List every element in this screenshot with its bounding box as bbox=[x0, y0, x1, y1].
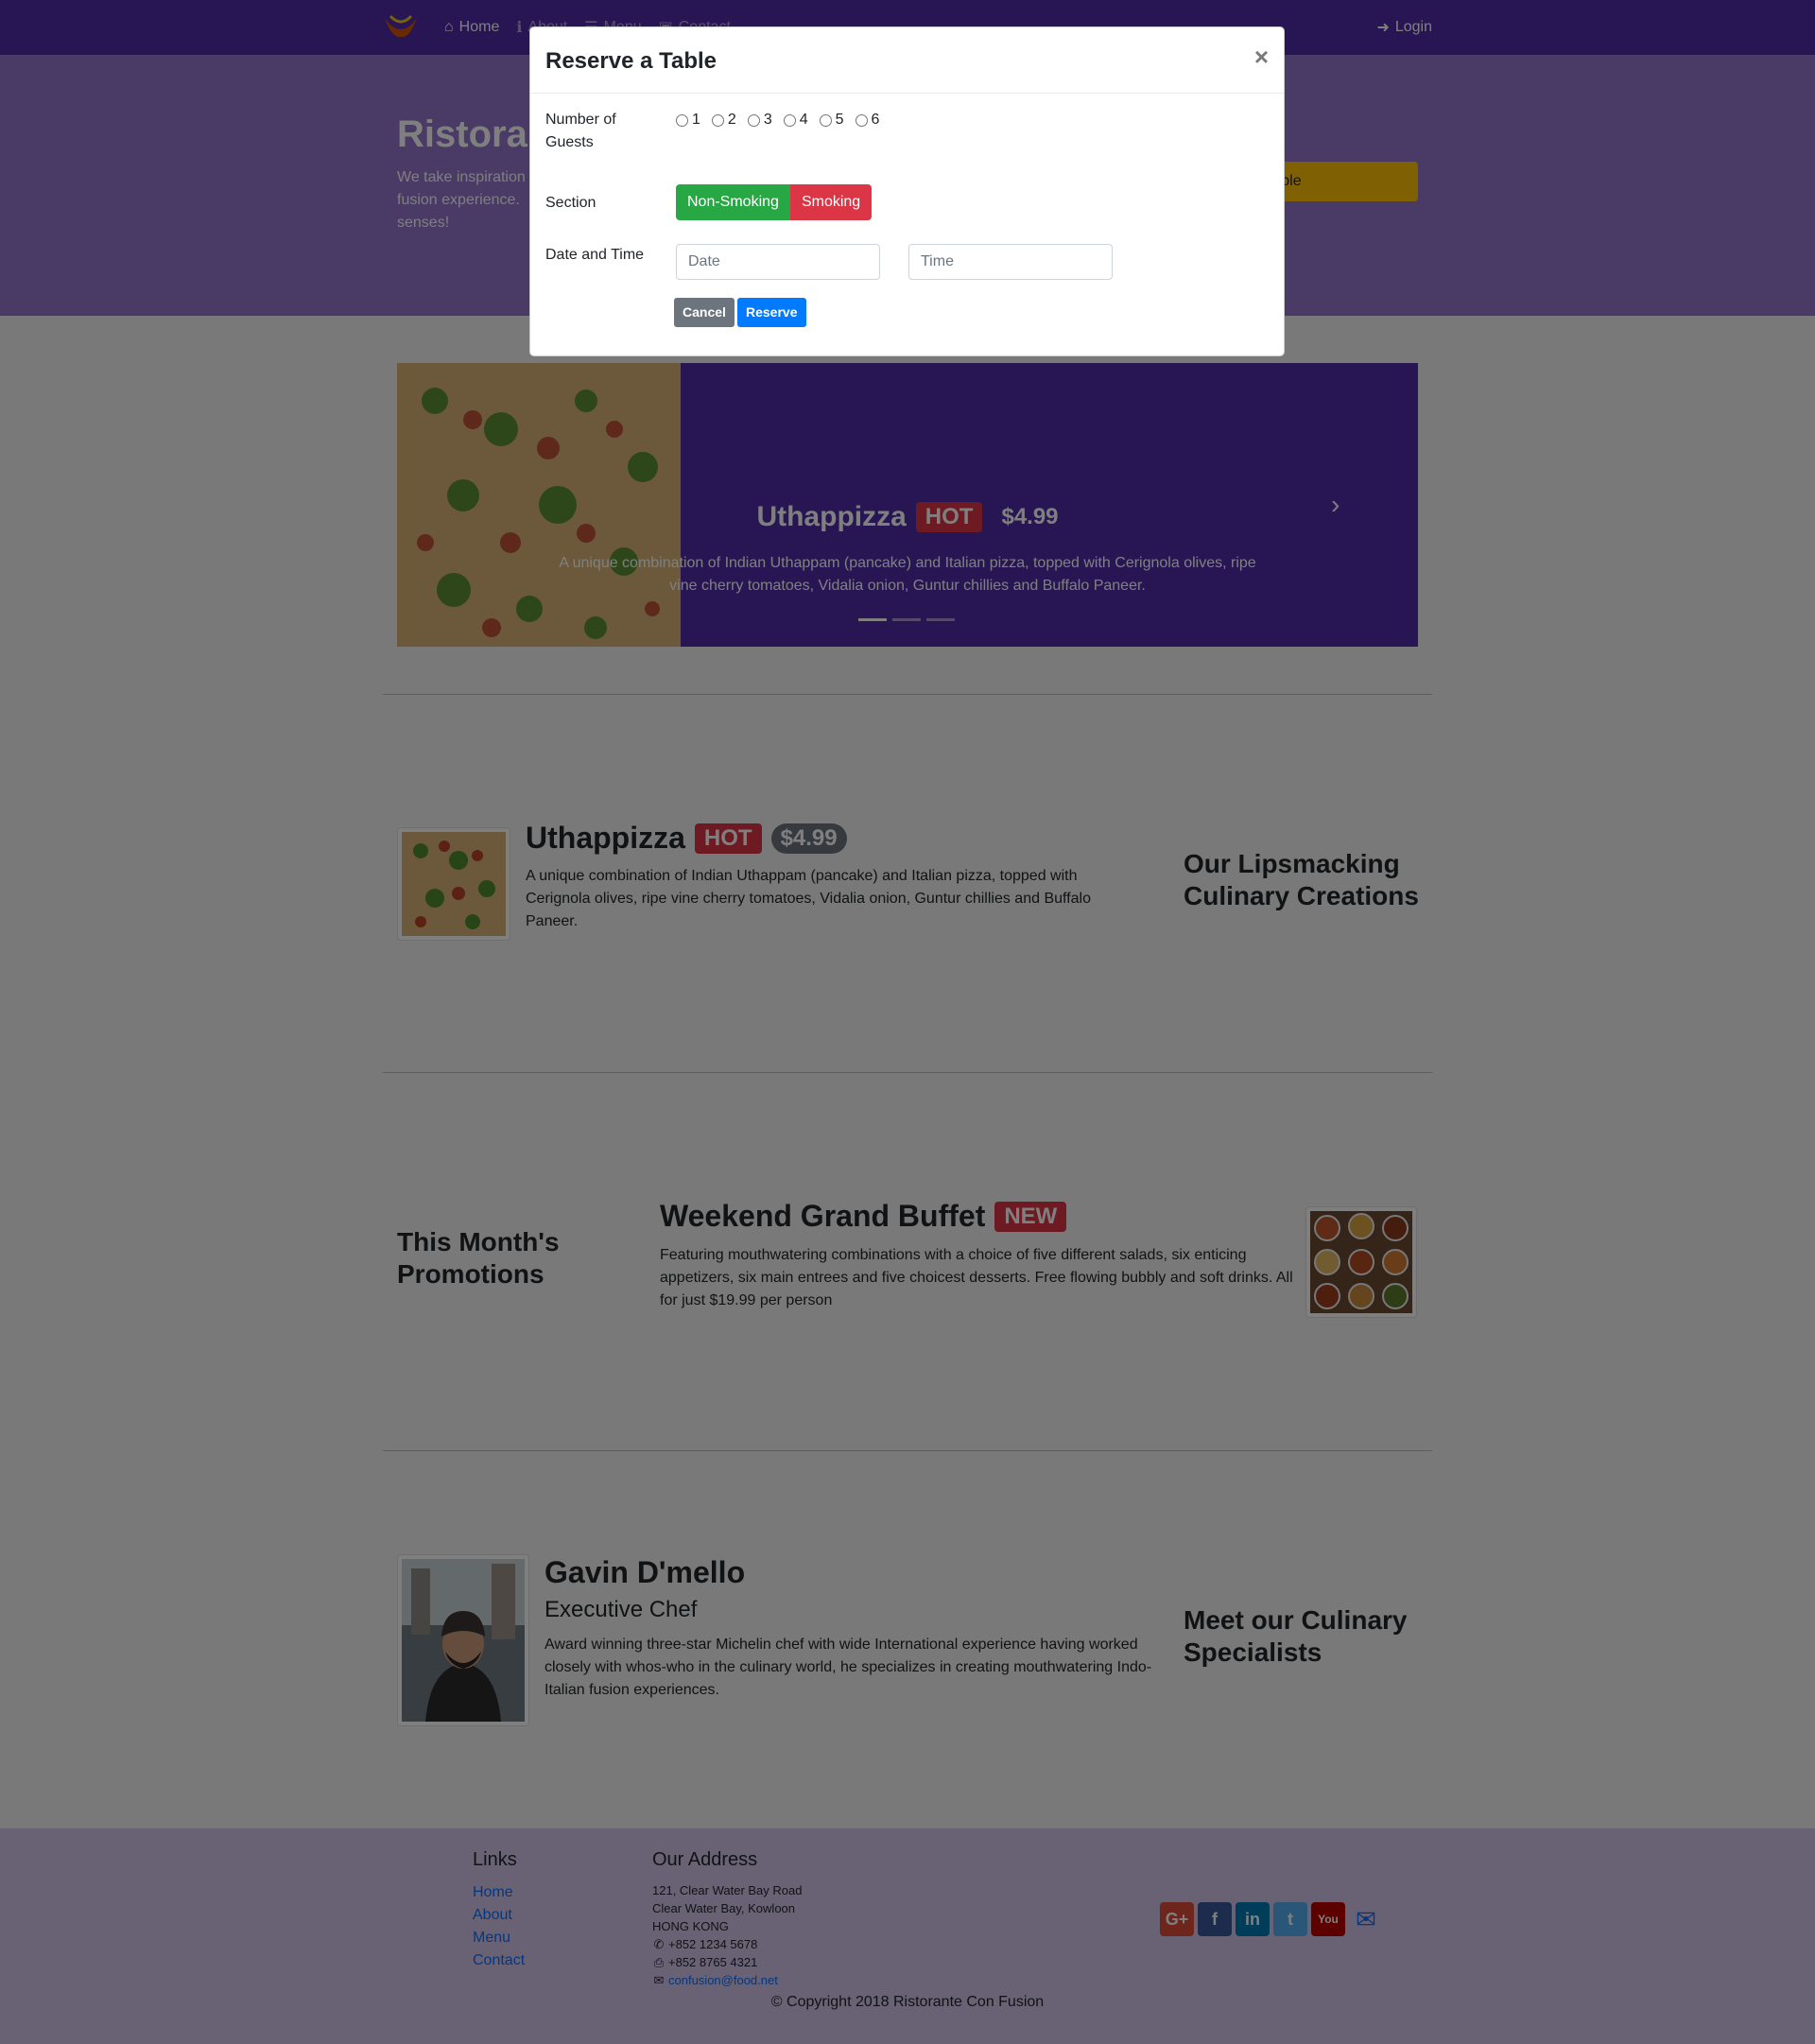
date-input[interactable]: Date bbox=[676, 244, 880, 280]
radio-circle[interactable] bbox=[783, 113, 796, 127]
guests-radio-2[interactable]: 2 bbox=[711, 109, 736, 131]
date-time-label: Date and Time bbox=[545, 247, 645, 263]
modal-title: Reserve a Table bbox=[545, 48, 717, 74]
time-input[interactable]: Time bbox=[908, 244, 1113, 280]
page: ⌂ Home ℹ About ☰ Menu ▣ Contact ➜ Login … bbox=[0, 0, 1815, 2044]
reserve-button[interactable]: Reserve bbox=[737, 298, 806, 327]
guests-label-line: Guests bbox=[545, 134, 594, 150]
radio-circle[interactable] bbox=[676, 113, 688, 127]
guests-radio-6[interactable]: 6 bbox=[855, 109, 880, 131]
radio-circle[interactable] bbox=[855, 113, 868, 127]
close-icon[interactable]: × bbox=[1254, 44, 1269, 69]
guests-radio-4[interactable]: 4 bbox=[783, 109, 808, 131]
radio-label: 6 bbox=[871, 112, 880, 128]
radio-label: 1 bbox=[692, 112, 700, 128]
reserve-table-modal: Reserve a Table × Number of Guests 1 2 3… bbox=[529, 26, 1285, 356]
modal-header: Reserve a Table × bbox=[530, 27, 1284, 94]
radio-circle[interactable] bbox=[747, 113, 760, 127]
radio-circle[interactable] bbox=[819, 113, 832, 127]
cancel-button[interactable]: Cancel bbox=[674, 298, 735, 327]
radio-label: 3 bbox=[763, 112, 772, 128]
radio-label: 5 bbox=[835, 112, 844, 128]
guests-label-line: Number of bbox=[545, 112, 616, 128]
section-toggle: Non-Smoking Smoking bbox=[676, 184, 873, 220]
smoking-button[interactable]: Smoking bbox=[789, 184, 873, 220]
radio-label: 2 bbox=[727, 112, 736, 128]
radio-circle[interactable] bbox=[711, 113, 724, 127]
non-smoking-button[interactable]: Non-Smoking bbox=[676, 184, 790, 220]
guests-radio-group: 1 2 3 4 5 6 bbox=[676, 109, 879, 131]
guests-radio-5[interactable]: 5 bbox=[819, 109, 844, 131]
guests-radio-3[interactable]: 3 bbox=[747, 109, 772, 131]
section-label: Section bbox=[545, 195, 596, 211]
radio-label: 4 bbox=[799, 112, 808, 128]
guests-radio-1[interactable]: 1 bbox=[676, 109, 700, 131]
guests-label: Number of Guests bbox=[545, 109, 649, 154]
